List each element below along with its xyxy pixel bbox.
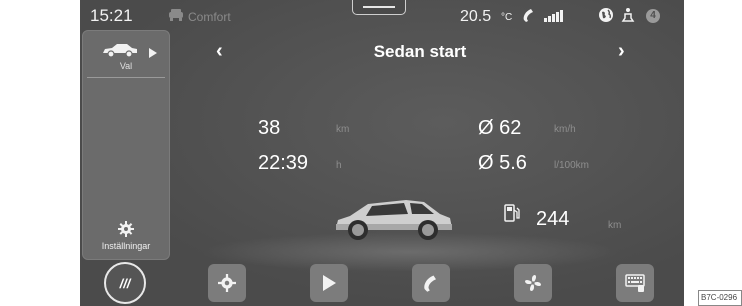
climate-button[interactable] bbox=[514, 264, 552, 302]
signal-strength-icon bbox=[544, 9, 566, 27]
selection-label[interactable]: Val bbox=[83, 61, 169, 71]
settings-button[interactable] bbox=[208, 264, 246, 302]
phone-status-icon bbox=[521, 7, 537, 28]
distance-unit: km bbox=[336, 124, 350, 135]
temperature-value: 20.5 bbox=[460, 8, 492, 25]
page-frame: 15:21 Comfort 20.5 °C 4 Val Inställninga… bbox=[0, 0, 742, 306]
settings-label[interactable]: Inställningar bbox=[83, 241, 169, 251]
notification-badge[interactable]: 4 bbox=[646, 9, 660, 23]
pull-down-handle[interactable] bbox=[352, 0, 406, 15]
gear-icon bbox=[218, 274, 236, 292]
keyboard-phone-icon bbox=[625, 274, 645, 292]
apps-button[interactable] bbox=[616, 264, 654, 302]
panel-divider bbox=[87, 77, 165, 78]
range-unit: km bbox=[608, 220, 622, 231]
phone-icon bbox=[424, 275, 436, 292]
duration-value: 22:39 bbox=[258, 152, 309, 174]
fan-icon bbox=[525, 275, 541, 291]
fuel-pump-icon bbox=[504, 204, 520, 227]
temperature-unit: °C bbox=[501, 12, 513, 23]
range-value: 244 bbox=[536, 208, 570, 230]
infotainment-screen: 15:21 Comfort 20.5 °C 4 Val Inställninga… bbox=[80, 0, 684, 306]
previous-chevron-icon[interactable]: ‹ bbox=[216, 40, 223, 63]
menu-button[interactable]: /// bbox=[104, 262, 146, 304]
person-seat-icon bbox=[620, 7, 636, 28]
suv-car-image bbox=[328, 190, 458, 251]
average-speed-unit: km/h bbox=[554, 124, 576, 135]
average-consumption-value: Ø 5.6 bbox=[478, 152, 527, 174]
car-icon[interactable] bbox=[101, 43, 139, 62]
phone-button[interactable] bbox=[412, 264, 450, 302]
distance-value: 38 bbox=[258, 117, 281, 139]
next-chevron-icon[interactable]: › bbox=[618, 40, 625, 63]
comfort-seat-icon[interactable] bbox=[168, 8, 184, 26]
page-title: Sedan start bbox=[373, 42, 467, 61]
media-button[interactable] bbox=[310, 264, 348, 302]
reference-code: B7C-0296 bbox=[698, 290, 742, 306]
average-consumption-unit: l/100km bbox=[554, 160, 590, 171]
gear-icon[interactable] bbox=[118, 221, 134, 242]
clock: 15:21 bbox=[90, 6, 133, 25]
side-panel: Val Inställningar bbox=[82, 30, 170, 260]
play-icon bbox=[323, 275, 336, 291]
comfort-label[interactable]: Comfort bbox=[188, 10, 231, 24]
duration-unit: h bbox=[336, 160, 342, 171]
average-speed-value: Ø 62 bbox=[478, 117, 522, 139]
globe-icon bbox=[598, 7, 614, 28]
